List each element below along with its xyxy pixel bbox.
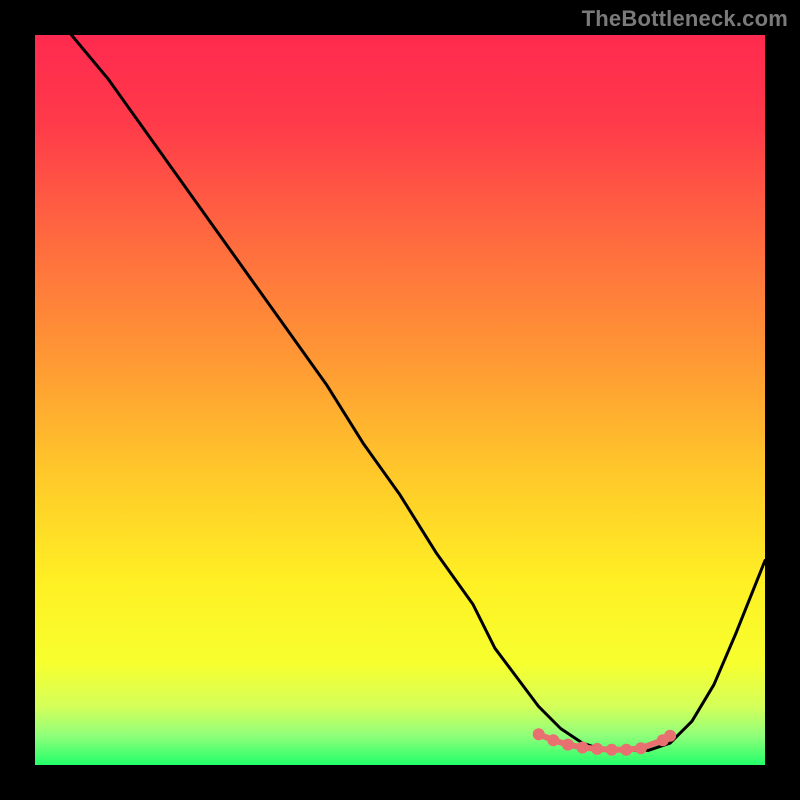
marker-dot [547, 734, 559, 746]
watermark-text: TheBottleneck.com [582, 6, 788, 32]
marker-dot [577, 742, 589, 754]
marker-dot [606, 744, 618, 756]
marker-dot [562, 739, 574, 751]
chart-root: TheBottleneck.com [0, 0, 800, 800]
marker-dot [620, 744, 632, 756]
marker-dot [664, 730, 676, 742]
marker-dot [533, 728, 545, 740]
plot-area [35, 35, 765, 765]
bottleneck-curve [35, 35, 765, 765]
marker-dot [635, 742, 647, 754]
marker-dot [591, 743, 603, 755]
